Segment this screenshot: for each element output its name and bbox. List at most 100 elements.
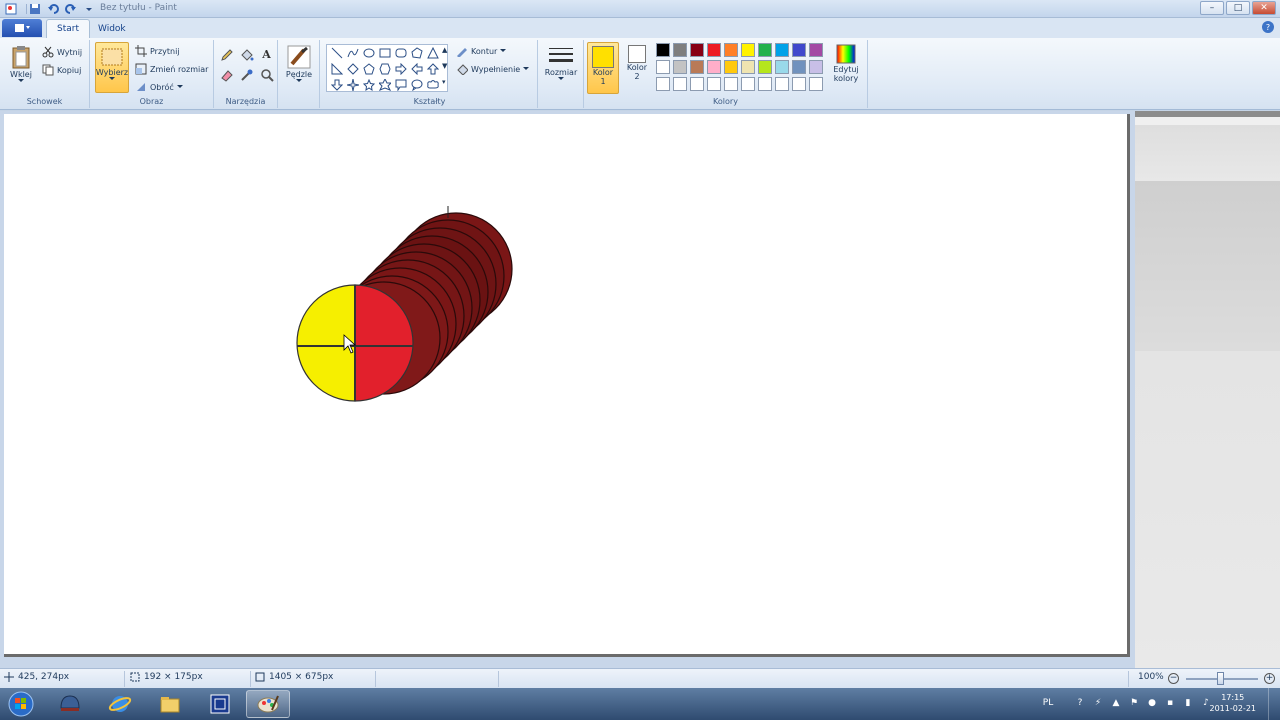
palette-swatch-2-6[interactable] (741, 60, 755, 74)
customize-quick-access-icon[interactable] (82, 2, 96, 16)
palette-swatch-3-9[interactable] (792, 77, 806, 91)
maximize-button[interactable]: □ (1226, 1, 1250, 15)
cut-button[interactable]: Wytnij (42, 46, 82, 58)
redo-icon[interactable] (64, 2, 78, 16)
tray-usb-icon[interactable]: ▪ (1164, 697, 1176, 709)
rectangle-shape-icon[interactable] (377, 45, 393, 61)
palette-swatch-2-1[interactable] (656, 60, 670, 74)
crop-button[interactable]: Przytnij (135, 45, 180, 57)
minimize-button[interactable]: – (1200, 1, 1224, 15)
six-point-star-icon[interactable] (377, 77, 393, 93)
drawing-canvas[interactable] (4, 114, 1130, 657)
diamond-shape-icon[interactable] (345, 61, 361, 77)
tray-network-icon[interactable]: ⚡ (1092, 697, 1104, 709)
five-point-star-icon[interactable] (361, 77, 377, 93)
callout-cloud-icon[interactable] (425, 77, 441, 93)
taskbar-app-explorer[interactable] (148, 690, 192, 718)
palette-swatch-3-4[interactable] (707, 77, 721, 91)
arrow-down-shape-icon[interactable] (329, 77, 345, 93)
polygon-shape-icon[interactable] (409, 45, 425, 61)
paste-button[interactable]: Wklej (6, 44, 36, 83)
shapes-scroll-down-icon[interactable]: ▼ (442, 62, 447, 70)
size-button[interactable]: Rozmiar (544, 46, 578, 81)
palette-swatch-1-1[interactable] (656, 43, 670, 57)
palette-swatch-2-8[interactable] (775, 60, 789, 74)
undo-icon[interactable] (46, 2, 60, 16)
taskbar-app-4[interactable] (198, 690, 242, 718)
zoom-out-button[interactable]: − (1168, 673, 1179, 684)
palette-swatch-3-6[interactable] (741, 77, 755, 91)
palette-swatch-1-4[interactable] (707, 43, 721, 57)
eraser-icon[interactable] (218, 66, 235, 83)
tab-start[interactable]: Start (46, 19, 90, 38)
palette-swatch-3-2[interactable] (673, 77, 687, 91)
palette-swatch-1-2[interactable] (673, 43, 687, 57)
palette-swatch-3-7[interactable] (758, 77, 772, 91)
paint-app-icon[interactable] (4, 2, 18, 16)
palette-swatch-1-10[interactable] (809, 43, 823, 57)
start-button[interactable] (0, 690, 42, 718)
copy-button[interactable]: Kopiuj (42, 64, 81, 76)
right-triangle-shape-icon[interactable] (329, 61, 345, 77)
palette-swatch-1-3[interactable] (690, 43, 704, 57)
arrow-right-shape-icon[interactable] (393, 61, 409, 77)
oval-shape-icon[interactable] (361, 45, 377, 61)
save-icon[interactable] (28, 2, 42, 16)
line-shape-icon[interactable] (329, 45, 345, 61)
text-tool-icon[interactable]: A (258, 46, 275, 63)
four-point-star-icon[interactable] (345, 77, 361, 93)
arrow-left-shape-icon[interactable] (409, 61, 425, 77)
tray-help-icon[interactable]: ? (1074, 697, 1086, 709)
tray-signal-icon[interactable]: ▮ (1182, 697, 1194, 709)
fill-bucket-icon[interactable] (238, 46, 255, 63)
color2-button[interactable]: Kolor 2 (622, 45, 652, 81)
palette-swatch-1-6[interactable] (741, 43, 755, 57)
help-icon[interactable]: ? (1262, 21, 1274, 33)
palette-swatch-2-7[interactable] (758, 60, 772, 74)
tray-language[interactable]: PL (1042, 697, 1054, 709)
taskbar-app-paint[interactable] (246, 690, 290, 718)
show-desktop-button[interactable] (1268, 688, 1280, 720)
hexagon-shape-icon[interactable] (377, 61, 393, 77)
palette-swatch-2-2[interactable] (673, 60, 687, 74)
palette-swatch-1-7[interactable] (758, 43, 772, 57)
palette-swatch-2-5[interactable] (724, 60, 738, 74)
magnifier-icon[interactable] (258, 66, 275, 83)
close-button[interactable]: ✕ (1252, 1, 1276, 15)
palette-swatch-2-3[interactable] (690, 60, 704, 74)
callout-rect-icon[interactable] (393, 77, 409, 93)
outline-button[interactable]: Kontur (456, 45, 507, 57)
rotate-button[interactable]: Obróć (135, 81, 183, 93)
shapes-expand-icon[interactable]: ▾ (442, 78, 446, 86)
zoom-in-button[interactable]: + (1264, 673, 1275, 684)
color1-button[interactable]: Kolor 1 (587, 42, 619, 94)
tray-arrow-icon[interactable]: ▲ (1110, 697, 1122, 709)
palette-swatch-2-10[interactable] (809, 60, 823, 74)
palette-swatch-1-5[interactable] (724, 43, 738, 57)
curve-shape-icon[interactable] (345, 45, 361, 61)
palette-swatch-1-9[interactable] (792, 43, 806, 57)
palette-swatch-3-5[interactable] (724, 77, 738, 91)
edit-colors-button[interactable]: Edytuj kolory (828, 43, 864, 83)
taskbar-app-1[interactable] (48, 690, 92, 718)
taskbar-clock[interactable]: 17:15 2011-02-21 (1210, 692, 1257, 714)
palette-swatch-3-3[interactable] (690, 77, 704, 91)
color-picker-icon[interactable] (238, 66, 255, 83)
arrow-up-shape-icon[interactable] (425, 61, 441, 77)
palette-swatch-3-8[interactable] (775, 77, 789, 91)
brushes-button[interactable]: Pędzle (283, 44, 315, 83)
palette-swatch-3-1[interactable] (656, 77, 670, 91)
pencil-icon[interactable] (218, 46, 235, 63)
pentagon-shape-icon[interactable] (361, 61, 377, 77)
tray-security-icon[interactable]: ● (1146, 697, 1158, 709)
tab-widok[interactable]: Widok (88, 19, 136, 38)
rounded-rectangle-shape-icon[interactable] (393, 45, 409, 61)
select-button[interactable]: Wybierz (95, 42, 129, 93)
resize-button[interactable]: Zmień rozmiar (135, 63, 208, 75)
paint-menu-button[interactable] (2, 19, 42, 37)
shapes-scroll-up-icon[interactable]: ▲ (442, 46, 447, 54)
callout-oval-icon[interactable] (409, 77, 425, 93)
fill-button[interactable]: Wypełnienie (456, 63, 530, 75)
triangle-shape-icon[interactable] (425, 45, 441, 61)
palette-swatch-3-10[interactable] (809, 77, 823, 91)
